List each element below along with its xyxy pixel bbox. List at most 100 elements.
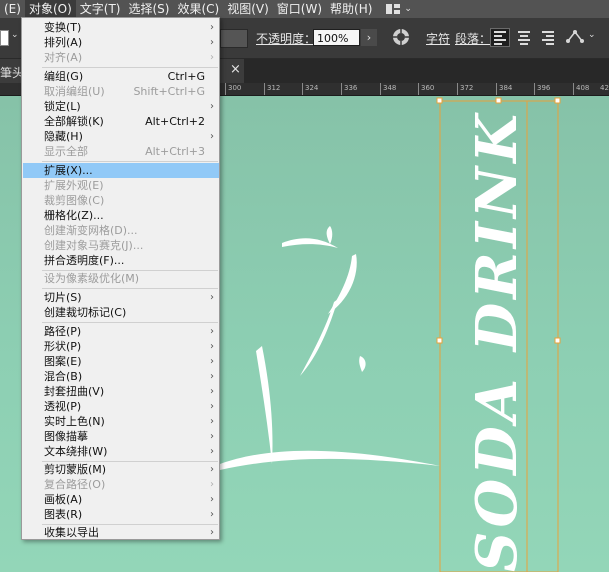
chevron-right-icon: › xyxy=(210,479,214,490)
brush-stroke-head xyxy=(326,226,333,244)
chevron-right-icon: › xyxy=(210,131,214,142)
fill-swatch[interactable] xyxy=(0,30,9,46)
menu-item-clipping-mask[interactable]: 剪切蒙版(M) › xyxy=(23,462,219,477)
ruler-label: 348 xyxy=(383,84,397,92)
opacity-chevron-button[interactable]: › xyxy=(361,29,377,46)
menu-item-text-wrap[interactable]: 文本绕排(W) › xyxy=(23,444,219,459)
chevron-right-icon: › xyxy=(210,22,214,33)
menu-separator xyxy=(42,161,218,162)
menu-item-gradient-mesh[interactable]: 创建渐变网格(D)... xyxy=(23,223,219,238)
menu-item-envelope-distort[interactable]: 封套扭曲(V) › xyxy=(23,384,219,399)
chevron-down-icon[interactable]: ⌄ xyxy=(588,30,596,40)
chevron-right-icon: › xyxy=(210,341,214,352)
selection-handle xyxy=(554,337,561,344)
chevron-right-icon: › xyxy=(210,527,214,538)
ruler-label: 360 xyxy=(421,84,435,92)
chevron-right-icon: › xyxy=(210,509,214,520)
puppet-warp-icon[interactable] xyxy=(566,29,584,45)
menu-item-lock[interactable]: 锁定(L) › xyxy=(23,99,219,114)
chevron-right-icon: › xyxy=(210,37,214,48)
align-right-button[interactable] xyxy=(537,28,557,47)
menu-item-object-mosaic[interactable]: 创建对象马赛克(J)... xyxy=(23,238,219,253)
menu-item-compound-path[interactable]: 复合路径(O) › xyxy=(23,477,219,492)
artwork-text: SODA DRINK xyxy=(464,110,530,572)
menu-item-flatten-transparency[interactable]: 拼合透明度(F)... xyxy=(23,253,219,268)
selection-handle xyxy=(554,97,561,104)
menu-type[interactable]: 文字(T) xyxy=(76,0,125,18)
menu-item-expand[interactable]: 扩展(X)... xyxy=(23,163,219,178)
workspace-switcher[interactable]: ⌄ xyxy=(386,4,412,14)
paragraph-panel-link[interactable]: 段落： xyxy=(455,30,491,47)
menu-item-show-all[interactable]: 显示全部 Alt+Ctrl+3 xyxy=(23,144,219,159)
workspace-grid-icon xyxy=(386,4,401,14)
menu-help[interactable]: 帮助(H) xyxy=(326,0,376,18)
menu-item-slice[interactable]: 切片(S) › xyxy=(23,290,219,305)
menu-item-group[interactable]: 编组(G) Ctrl+G xyxy=(23,69,219,84)
brush-stroke-spine xyxy=(328,254,357,314)
menu-item-path[interactable]: 路径(P) › xyxy=(23,324,219,339)
chevron-right-icon: › xyxy=(210,371,214,382)
ruler-label: 336 xyxy=(344,84,358,92)
menu-separator xyxy=(42,322,218,323)
chevron-down-icon[interactable]: ⌄ xyxy=(11,30,19,40)
menu-object[interactable]: 对象(O) xyxy=(24,0,76,18)
brush-stroke-flick xyxy=(359,356,366,372)
menu-item-blend[interactable]: 混合(B) › xyxy=(23,369,219,384)
menu-item-pixel-perfect[interactable]: 设为像素级优化(M) xyxy=(23,271,219,286)
menu-item-image-trace[interactable]: 图像描摹 › xyxy=(23,429,219,444)
align-left-button[interactable] xyxy=(490,28,510,47)
chevron-right-icon: › xyxy=(210,494,214,505)
menu-item-crop-image[interactable]: 裁剪图像(C) xyxy=(23,193,219,208)
selection-handle xyxy=(436,337,443,344)
menu-item-collect-for-export[interactable]: 收集以导出 › xyxy=(23,525,219,540)
chevron-right-icon: › xyxy=(210,416,214,427)
menu-item-pattern[interactable]: 图案(E) › xyxy=(23,354,219,369)
ruler-label: 372 xyxy=(460,84,474,92)
ruler-label: 312 xyxy=(267,84,281,92)
character-panel-link[interactable]: 字符 xyxy=(426,30,450,47)
chevron-right-icon: › xyxy=(210,356,214,367)
menu-separator xyxy=(42,67,218,68)
brush-stroke-side xyxy=(300,299,338,376)
ruler-label: 420 xyxy=(600,84,609,92)
menu-item-artboards[interactable]: 画板(A) › xyxy=(23,492,219,507)
ruler-label: 384 xyxy=(499,84,513,92)
menu-item-ungroup[interactable]: 取消编组(U) Shift+Ctrl+G xyxy=(23,84,219,99)
menu-select[interactable]: 选择(S) xyxy=(124,0,173,18)
chevron-right-icon: › xyxy=(210,464,214,475)
menu-window[interactable]: 窗口(W) xyxy=(273,0,326,18)
menu-item-perspective[interactable]: 透视(P) › xyxy=(23,399,219,414)
menu-bar: (E) 对象(O) 文字(T) 选择(S) 效果(C) 视图(V) 窗口(W) … xyxy=(0,0,609,18)
brush-stroke-leg xyxy=(256,346,273,464)
menu-item-live-paint[interactable]: 实时上色(N) › xyxy=(23,414,219,429)
menu-edit[interactable]: (E) xyxy=(0,0,25,18)
menu-item-align[interactable]: 对齐(A) › xyxy=(23,50,219,65)
menu-item-unlock-all[interactable]: 全部解锁(K) Alt+Ctrl+2 xyxy=(23,114,219,129)
menu-effect[interactable]: 效果(C) xyxy=(173,0,223,18)
menu-item-transform[interactable]: 变换(T) › xyxy=(23,20,219,35)
ruler-label: 300 xyxy=(228,84,242,92)
opacity-input[interactable]: 100% xyxy=(313,29,360,46)
menu-item-shape[interactable]: 形状(P) › xyxy=(23,339,219,354)
selection-handle xyxy=(436,97,443,104)
close-icon[interactable]: × xyxy=(230,62,241,77)
recolor-artwork-icon[interactable] xyxy=(392,28,410,46)
ruler-label: 408 xyxy=(576,84,590,92)
menu-item-arrange[interactable]: 排列(A) › xyxy=(23,35,219,50)
menu-view[interactable]: 视图(V) xyxy=(223,0,273,18)
style-dropdown[interactable] xyxy=(220,29,248,48)
menu-item-graph[interactable]: 图表(R) › xyxy=(23,507,219,522)
opacity-label: 不透明度： xyxy=(256,32,317,46)
chevron-right-icon: › xyxy=(210,292,214,303)
chevron-right-icon: › xyxy=(210,52,214,63)
brush-stroke-base xyxy=(220,450,440,470)
chevron-right-icon: › xyxy=(210,401,214,412)
menu-item-expand-appearance[interactable]: 扩展外观(E) xyxy=(23,178,219,193)
menu-separator xyxy=(42,288,218,289)
align-center-button[interactable] xyxy=(514,28,534,47)
chevron-right-icon: › xyxy=(210,386,214,397)
menu-item-trim-marks[interactable]: 创建裁切标记(C) xyxy=(23,305,219,320)
menu-item-rasterize[interactable]: 栅格化(Z)... xyxy=(23,208,219,223)
selection-handle xyxy=(495,97,502,104)
menu-item-hide[interactable]: 隐藏(H) › xyxy=(23,129,219,144)
